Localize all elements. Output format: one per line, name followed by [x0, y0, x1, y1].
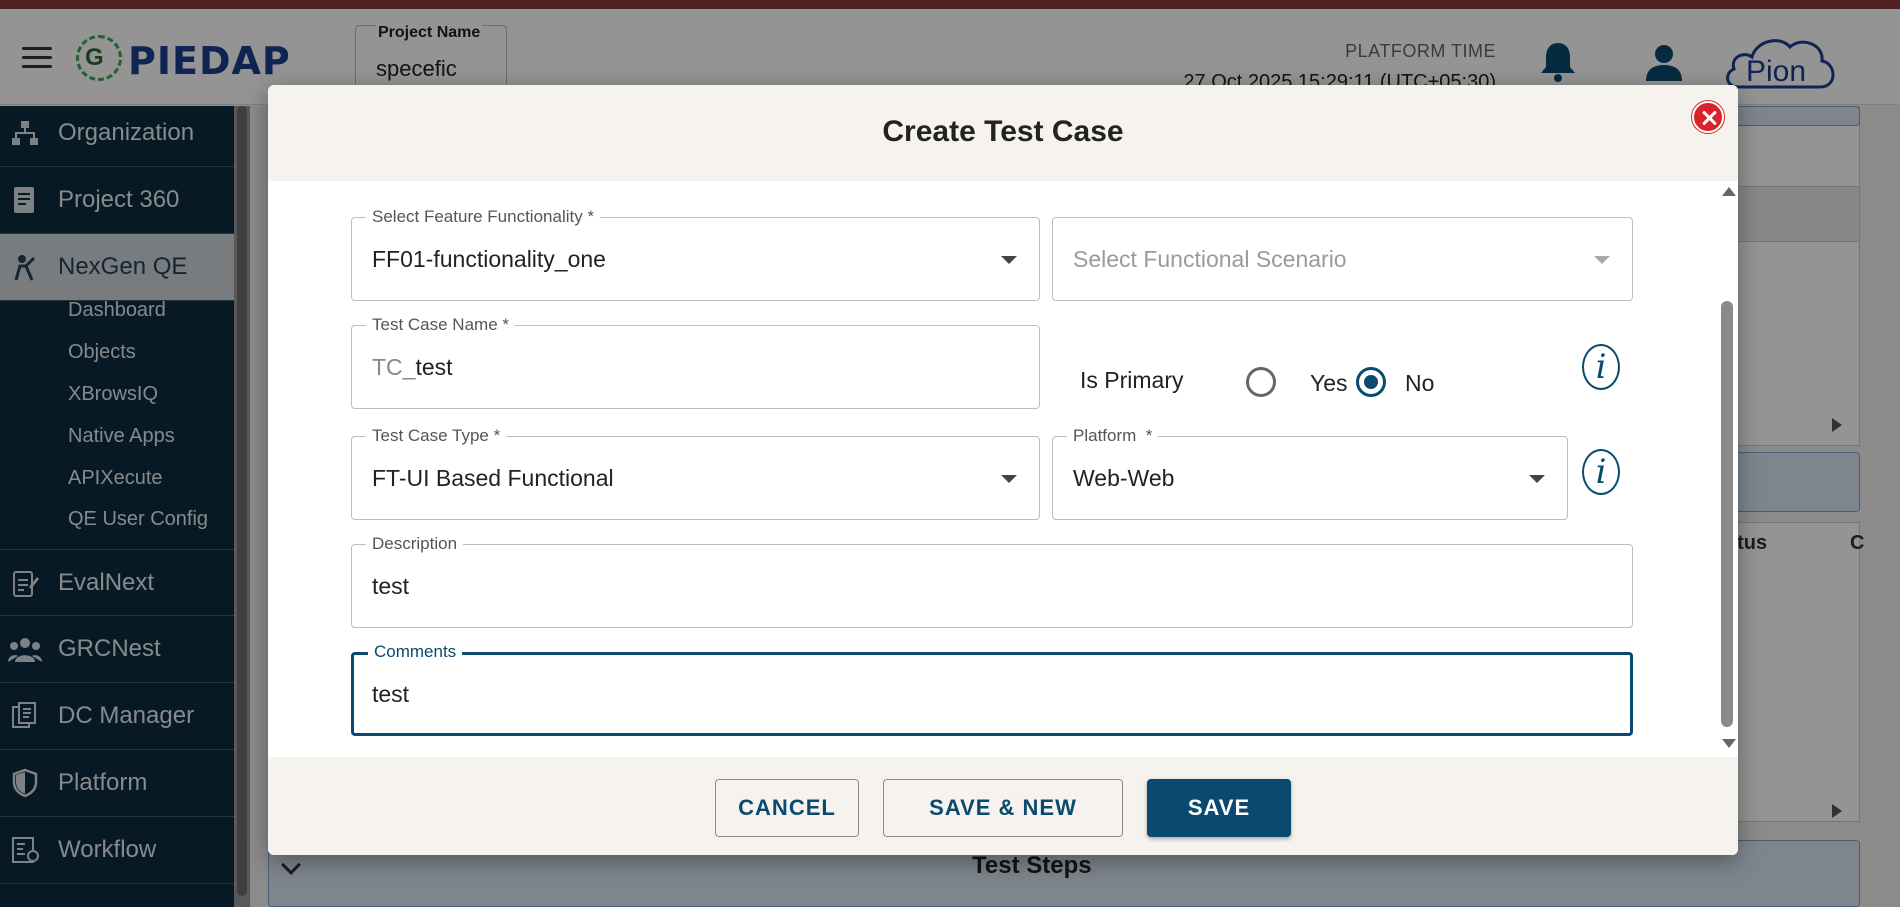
platform-select[interactable]: Platform * Web-Web	[1052, 426, 1568, 520]
create-test-case-dialog: Create Test Case Select Feature Function…	[268, 85, 1738, 855]
chevron-down-icon	[1529, 475, 1545, 483]
chevron-down-icon	[1001, 256, 1017, 264]
is-primary-yes-label[interactable]: Yes	[1310, 370, 1348, 397]
test-case-type-select[interactable]: Test Case Type * FT-UI Based Functional	[351, 426, 1040, 520]
is-primary-yes-radio[interactable]	[1246, 367, 1276, 397]
dialog-scrollbar-thumb[interactable]	[1721, 301, 1733, 727]
functional-scenario-select[interactable]: Select Functional Scenario	[1052, 217, 1633, 301]
scroll-up-icon[interactable]	[1722, 187, 1736, 196]
feature-functionality-select[interactable]: Select Feature Functionality * FF01-func…	[351, 207, 1040, 301]
scroll-down-icon[interactable]	[1722, 739, 1736, 748]
chevron-down-icon	[1594, 256, 1610, 264]
dialog-footer: CANCEL SAVE & NEW SAVE	[268, 757, 1738, 855]
dialog-title: Create Test Case	[882, 115, 1124, 148]
chevron-down-icon	[1001, 475, 1017, 483]
close-icon[interactable]	[1692, 101, 1724, 133]
cancel-button[interactable]: CANCEL	[715, 779, 859, 837]
test-case-name-value: TC_test	[372, 354, 453, 381]
save-and-new-button[interactable]: SAVE & NEW	[883, 779, 1123, 837]
test-case-name-prefix: TC_	[372, 354, 416, 380]
description-value: test	[372, 573, 410, 599]
test-case-name-label: Test Case Name *	[366, 315, 515, 335]
comments-value: test	[372, 681, 410, 707]
dialog-scrollbar[interactable]	[1718, 181, 1738, 757]
info-icon[interactable]: i	[1582, 449, 1620, 495]
is-primary-no-radio[interactable]	[1356, 367, 1386, 397]
description-field[interactable]: Description test	[351, 534, 1633, 628]
platform-label: Platform *	[1067, 426, 1159, 446]
feature-functionality-label: Select Feature Functionality *	[366, 207, 601, 227]
save-button[interactable]: SAVE	[1147, 779, 1291, 837]
comments-label: Comments	[368, 642, 463, 662]
is-primary-label: Is Primary	[1080, 367, 1184, 393]
test-case-name-field[interactable]: Test Case Name * TC_test	[351, 315, 1040, 409]
info-icon[interactable]: i	[1582, 344, 1620, 390]
test-case-type-value: FT-UI Based Functional	[372, 465, 614, 491]
dialog-header: Create Test Case	[268, 85, 1738, 181]
description-label: Description	[366, 534, 464, 554]
is-primary-no-label[interactable]: No	[1405, 370, 1434, 397]
feature-functionality-value: FF01-functionality_one	[372, 246, 606, 272]
dialog-body: Select Feature Functionality * FF01-func…	[268, 181, 1738, 757]
test-case-type-label: Test Case Type *	[366, 426, 507, 446]
functional-scenario-placeholder: Select Functional Scenario	[1073, 246, 1347, 272]
test-case-name-text: test	[415, 354, 453, 380]
comments-field[interactable]: Comments test	[351, 642, 1633, 736]
platform-value: Web-Web	[1073, 465, 1175, 491]
